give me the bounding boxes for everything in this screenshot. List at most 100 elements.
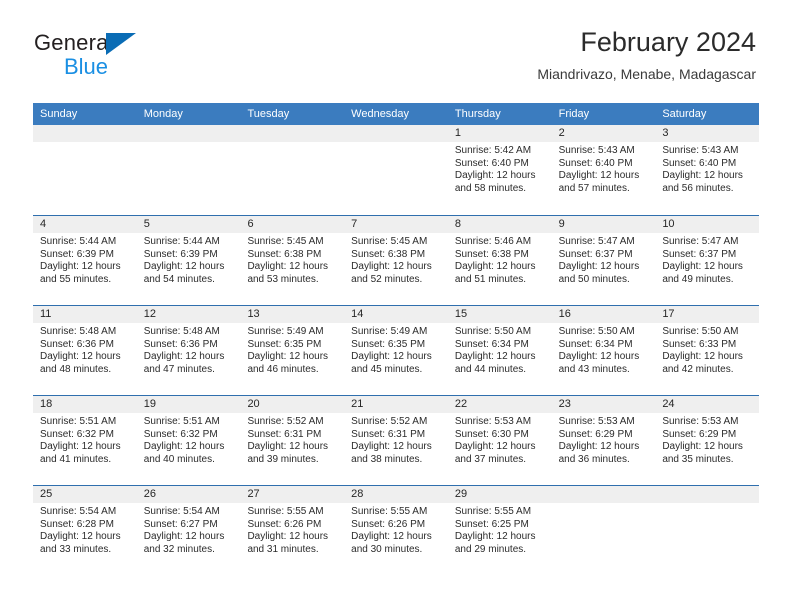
daylight-text-line2: and 30 minutes. <box>351 543 423 555</box>
day-number: 28 <box>344 486 448 503</box>
sunset-text: Sunset: 6:34 PM <box>454 338 529 350</box>
day-sun-info: Sunrise: 5:43 AM Sunset: 6:40 PM Daylight:… <box>552 142 656 195</box>
calendar-week-row: 18 Sunrise: 5:51 AM Sunset: 6:32 PM Dayligh… <box>33 395 760 485</box>
calendar-day-cell[interactable]: 5 Sunrise: 5:44 AM Sunset: 6:39 PM Daylight… <box>136 216 241 305</box>
day-sun-info: Sunrise: 5:54 AM Sunset: 6:27 PM Daylight:… <box>137 503 241 556</box>
daylight-text-line1: Daylight: 12 hours <box>351 531 432 543</box>
daylight-text-line2: and 58 minutes. <box>454 182 527 194</box>
weekday-header-friday: Friday <box>558 108 590 120</box>
calendar-week-row: 1 Sunrise: 5:42 AM Sunset: 6:40 PM Daylight… <box>33 125 760 215</box>
calendar-day-cell-empty <box>240 125 345 215</box>
calendar-day-cell[interactable]: 6 Sunrise: 5:45 AM Sunset: 6:38 PM Daylight… <box>240 216 345 305</box>
daylight-text-line1: Daylight: 12 hours <box>558 170 640 182</box>
calendar-day-cell[interactable]: 28 Sunrise: 5:55 AM Sunset: 6:26 PM Dayligh… <box>344 486 448 575</box>
day-number: 6 <box>240 216 345 233</box>
sunrise-text: Sunrise: 5:54 AM <box>40 506 117 517</box>
calendar-day-cell[interactable]: 20 Sunrise: 5:52 AM Sunset: 6:31 PM Dayligh… <box>240 396 345 485</box>
day-sun-info: Sunrise: 5:49 AM Sunset: 6:35 PM Daylight:… <box>344 323 448 376</box>
day-number: 2 <box>551 125 656 142</box>
calendar-day-cell[interactable]: 22 Sunrise: 5:53 AM Sunset: 6:30 PM Dayligh… <box>447 396 552 485</box>
sunrise-text: Sunrise: 5:55 AM <box>247 506 324 517</box>
day-number: 21 <box>344 396 448 413</box>
calendar-day-cell[interactable]: 15 Sunrise: 5:50 AM Sunset: 6:34 PM Dayligh… <box>447 306 552 395</box>
sunset-text: Sunset: 6:35 PM <box>247 338 322 350</box>
calendar-day-cell[interactable]: 7 Sunrise: 5:45 AM Sunset: 6:38 PM Daylight… <box>344 216 448 305</box>
calendar-day-cell[interactable]: 4 Sunrise: 5:44 AM Sunset: 6:39 PM Daylight… <box>33 216 137 305</box>
day-sun-info: Sunrise: 5:52 AM Sunset: 6:31 PM Daylight:… <box>240 413 344 466</box>
calendar-day-cell[interactable]: 13 Sunrise: 5:49 AM Sunset: 6:35 PM Dayligh… <box>240 306 345 395</box>
daylight-text-line1: Daylight: 12 hours <box>662 170 743 182</box>
daylight-text-line1: Daylight: 12 hours <box>454 531 536 543</box>
sunrise-text: Sunrise: 5:45 AM <box>247 236 324 247</box>
calendar-day-cell[interactable]: 11 Sunrise: 5:48 AM Sunset: 6:36 PM Dayligh… <box>33 306 137 395</box>
daylight-text-line1: Daylight: 12 hours <box>662 441 743 453</box>
calendar-day-cell[interactable]: 23 Sunrise: 5:53 AM Sunset: 6:29 PM Dayligh… <box>551 396 656 485</box>
calendar-day-cell[interactable]: 25 Sunrise: 5:54 AM Sunset: 6:28 PM Dayligh… <box>33 486 137 575</box>
daylight-text-line1: Daylight: 12 hours <box>351 441 432 453</box>
day-sun-info: Sunrise: 5:49 AM Sunset: 6:35 PM Daylight:… <box>240 323 344 376</box>
daylight-text-line1: Daylight: 12 hours <box>40 441 121 453</box>
calendar-day-cell[interactable]: 16 Sunrise: 5:50 AM Sunset: 6:34 PM Dayligh… <box>551 306 656 395</box>
day-number: 23 <box>551 396 656 413</box>
daylight-text-line1: Daylight: 12 hours <box>454 441 536 453</box>
sunset-text: Sunset: 6:31 PM <box>247 428 322 440</box>
day-number: 20 <box>240 396 345 413</box>
day-number: 14 <box>344 306 448 323</box>
sunrise-text: Sunrise: 5:43 AM <box>662 145 739 156</box>
sunrise-text: Sunrise: 5:46 AM <box>454 236 532 247</box>
calendar-day-cell-empty <box>136 125 241 215</box>
page-header: General Blue February 2024 Miandrivazo, … <box>0 0 792 100</box>
calendar-day-cell[interactable]: 26 Sunrise: 5:54 AM Sunset: 6:27 PM Dayligh… <box>136 486 241 575</box>
day-number: 15 <box>447 306 552 323</box>
general-blue-logo[interactable]: General Blue <box>34 30 174 82</box>
calendar-day-cell[interactable]: 19 Sunrise: 5:51 AM Sunset: 6:32 PM Dayligh… <box>136 396 241 485</box>
day-sun-info: Sunrise: 5:50 AM Sunset: 6:34 PM Daylight:… <box>552 323 656 376</box>
day-sun-info: Sunrise: 5:48 AM Sunset: 6:36 PM Daylight:… <box>33 323 137 376</box>
logo-text-blue: Blue <box>64 54 109 79</box>
daylight-text-line1: Daylight: 12 hours <box>351 261 432 273</box>
calendar-day-cell[interactable]: 10 Sunrise: 5:47 AM Sunset: 6:37 PM Dayligh… <box>655 216 760 305</box>
daylight-text-line2: and 56 minutes. <box>662 182 734 194</box>
calendar-day-cell[interactable]: 21 Sunrise: 5:52 AM Sunset: 6:31 PM Dayligh… <box>344 396 448 485</box>
sunrise-text: Sunrise: 5:55 AM <box>454 506 532 517</box>
day-number: 12 <box>136 306 241 323</box>
calendar-week-row: 25 Sunrise: 5:54 AM Sunset: 6:28 PM Dayligh… <box>33 485 760 575</box>
daylight-text-line1: Daylight: 12 hours <box>454 170 536 182</box>
day-number: 8 <box>447 216 552 233</box>
calendar-day-cell[interactable]: 8 Sunrise: 5:46 AM Sunset: 6:38 PM Daylight… <box>447 216 552 305</box>
calendar-day-cell[interactable]: 24 Sunrise: 5:53 AM Sunset: 6:29 PM Dayligh… <box>655 396 760 485</box>
daylight-text-line2: and 32 minutes. <box>143 543 215 555</box>
weekday-header-thursday: Thursday <box>454 108 501 120</box>
daylight-text-line1: Daylight: 12 hours <box>247 531 329 543</box>
sunrise-text: Sunrise: 5:49 AM <box>247 326 324 337</box>
sunrise-text: Sunrise: 5:52 AM <box>351 416 428 427</box>
sunset-text: Sunset: 6:31 PM <box>351 428 426 440</box>
day-sun-info: Sunrise: 5:45 AM Sunset: 6:38 PM Daylight:… <box>344 233 448 286</box>
day-number: 11 <box>33 306 137 323</box>
day-number: 1 <box>447 125 552 142</box>
calendar-day-cell[interactable]: 27 Sunrise: 5:55 AM Sunset: 6:26 PM Dayligh… <box>240 486 345 575</box>
sunrise-text: Sunrise: 5:51 AM <box>143 416 220 427</box>
day-sun-info: Sunrise: 5:47 AM Sunset: 6:37 PM Daylight:… <box>552 233 656 286</box>
calendar-day-cell[interactable]: 18 Sunrise: 5:51 AM Sunset: 6:32 PM Dayligh… <box>33 396 137 485</box>
day-number: 19 <box>136 396 241 413</box>
calendar-day-cell[interactable]: 3 Sunrise: 5:43 AM Sunset: 6:40 PM Daylight… <box>655 125 760 215</box>
daylight-text-line1: Daylight: 12 hours <box>143 441 225 453</box>
calendar-day-cell[interactable]: 12 Sunrise: 5:48 AM Sunset: 6:36 PM Dayligh… <box>136 306 241 395</box>
daylight-text-line2: and 51 minutes. <box>454 273 527 285</box>
day-number: 9 <box>551 216 656 233</box>
calendar-day-cell-empty <box>655 486 760 575</box>
sunset-text: Sunset: 6:38 PM <box>454 248 529 260</box>
day-number: 18 <box>33 396 137 413</box>
daylight-text-line2: and 29 minutes. <box>454 543 527 555</box>
calendar-day-cell[interactable]: 9 Sunrise: 5:47 AM Sunset: 6:37 PM Daylight… <box>551 216 656 305</box>
sunset-text: Sunset: 6:36 PM <box>143 338 218 350</box>
calendar-day-cell[interactable]: 1 Sunrise: 5:42 AM Sunset: 6:40 PM Daylight… <box>447 125 552 215</box>
calendar-day-cell[interactable]: 29 Sunrise: 5:55 AM Sunset: 6:25 PM Dayligh… <box>447 486 552 575</box>
day-number: 24 <box>655 396 760 413</box>
daylight-text-line2: and 35 minutes. <box>662 453 734 465</box>
day-sun-info: Sunrise: 5:46 AM Sunset: 6:38 PM Daylight:… <box>448 233 552 286</box>
calendar-day-cell[interactable]: 14 Sunrise: 5:49 AM Sunset: 6:35 PM Dayligh… <box>344 306 448 395</box>
calendar-day-cell[interactable]: 2 Sunrise: 5:43 AM Sunset: 6:40 PM Daylight… <box>551 125 656 215</box>
calendar-day-cell[interactable]: 17 Sunrise: 5:50 AM Sunset: 6:33 PM Dayligh… <box>655 306 760 395</box>
